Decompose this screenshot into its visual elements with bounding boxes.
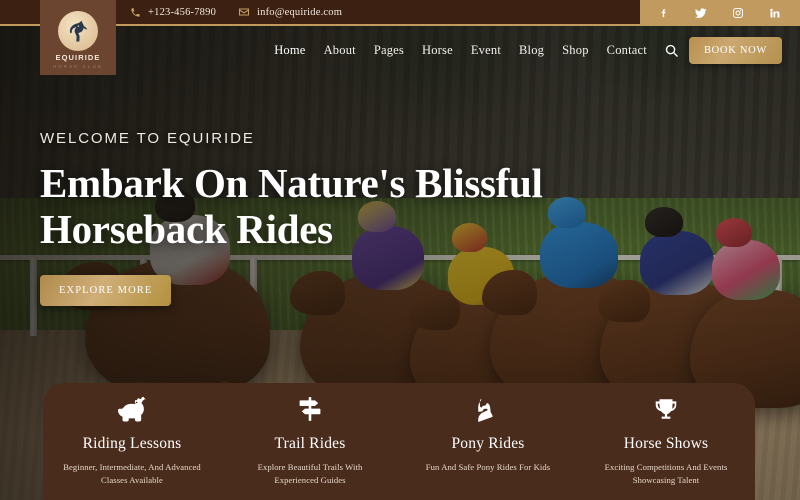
envelope-icon xyxy=(238,6,250,18)
page-title: Embark On Nature's Blissful Horseback Ri… xyxy=(40,160,543,253)
headline-line-1: Embark On Nature's Blissful xyxy=(40,160,543,206)
logo-name-text: EQUIRIDE xyxy=(55,52,101,62)
nav-item-pages[interactable]: Pages xyxy=(365,43,413,58)
phone-icon xyxy=(130,7,141,18)
email-contact[interactable]: info@equiride.com xyxy=(238,6,342,18)
phone-number: +123-456-7890 xyxy=(148,6,217,18)
social-links-group xyxy=(640,0,800,26)
nav-item-horse[interactable]: Horse xyxy=(413,43,462,58)
feature-card-horse-shows[interactable]: Horse Shows Exciting Competitions And Ev… xyxy=(577,395,755,500)
signpost-icon xyxy=(297,395,323,423)
top-contact-bar: +123-456-7890 info@equiride.com xyxy=(0,0,800,26)
nav-item-event[interactable]: Event xyxy=(462,43,510,58)
feature-card-trail-rides[interactable]: Trail Rides Explore Beautiful Trails Wit… xyxy=(221,395,399,500)
twitter-icon[interactable] xyxy=(694,7,707,19)
feature-card-riding-lessons[interactable]: Riding Lessons Beginner, Intermediate, A… xyxy=(43,395,221,500)
site-logo[interactable]: EQUIRIDE HORSE CLUB xyxy=(40,0,116,75)
logo-tagline-text: HORSE CLUB xyxy=(52,63,104,69)
horse-head-logo-icon xyxy=(58,10,98,51)
nav-item-about[interactable]: About xyxy=(315,43,365,58)
nav-item-shop[interactable]: Shop xyxy=(553,43,598,58)
nav-item-blog[interactable]: Blog xyxy=(510,43,553,58)
feature-description: Fun And Safe Pony Rides For Kids xyxy=(425,462,551,472)
instagram-icon[interactable] xyxy=(732,7,744,19)
main-navigation: Home About Pages Horse Event Blog Shop C… xyxy=(0,26,800,74)
feature-description: Beginner, Intermediate, And Advanced Cla… xyxy=(63,462,201,486)
contact-info-group: +123-456-7890 info@equiride.com xyxy=(130,6,342,18)
nav-item-contact[interactable]: Contact xyxy=(598,43,656,58)
nav-item-home[interactable]: Home xyxy=(265,43,314,58)
chess-knight-icon xyxy=(476,395,500,423)
search-icon[interactable] xyxy=(664,43,679,58)
book-now-button[interactable]: BOOK NOW xyxy=(688,36,782,64)
feature-card-pony-rides[interactable]: Pony Rides Fun And Safe Pony Rides For K… xyxy=(399,395,577,500)
feature-description: Exciting Competitions And Events Showcas… xyxy=(604,462,728,486)
email-address: info@equiride.com xyxy=(257,6,343,18)
linkedin-icon[interactable] xyxy=(769,7,781,19)
explore-more-button[interactable]: EXPLORE MORE xyxy=(40,274,172,306)
facebook-icon[interactable] xyxy=(659,7,669,19)
hero-content: WELCOME TO EQUIRIDE Embark On Nature's B… xyxy=(40,130,543,306)
feature-description: Explore Beautiful Trails With Experience… xyxy=(257,462,363,486)
feature-title: Pony Rides xyxy=(451,435,525,452)
feature-title: Trail Rides xyxy=(274,435,346,452)
hero-eyebrow: WELCOME TO EQUIRIDE xyxy=(40,130,255,147)
feature-title: Riding Lessons xyxy=(82,435,182,452)
headline-line-2: Horseback Rides xyxy=(40,205,333,252)
horse-icon xyxy=(118,395,146,423)
features-panel: Riding Lessons Beginner, Intermediate, A… xyxy=(43,383,755,500)
trophy-icon xyxy=(653,395,679,423)
phone-contact[interactable]: +123-456-7890 xyxy=(130,7,216,18)
feature-title: Horse Shows xyxy=(623,435,709,452)
